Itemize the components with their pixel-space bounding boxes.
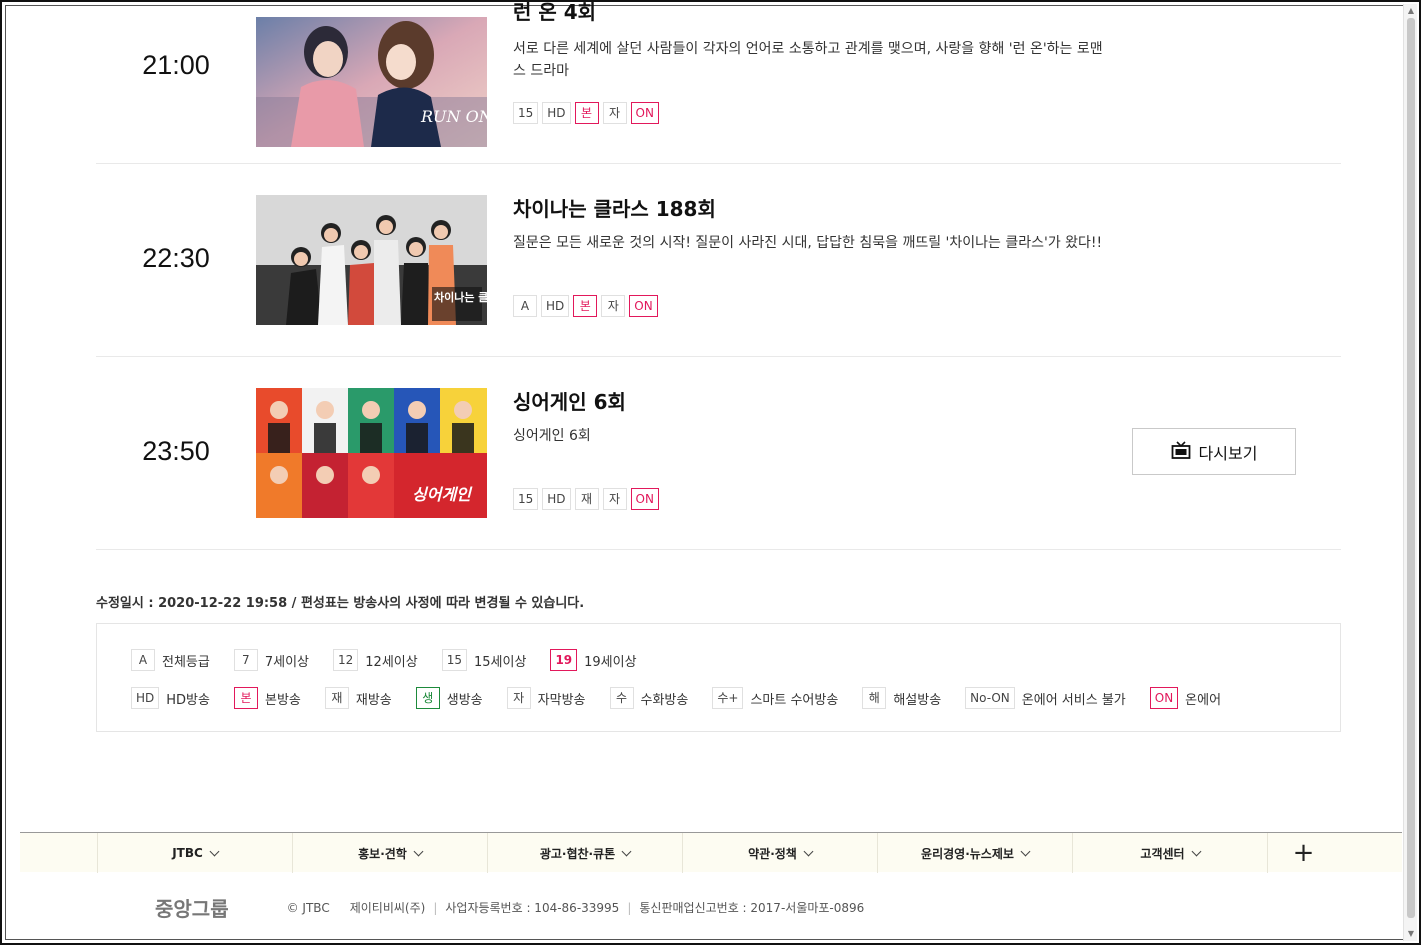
tv-icon [1171,440,1191,464]
footer-nav-ads[interactable]: 광고·협찬·큐톤 [487,833,682,873]
badge-legend: A 전체등급 7 7세이상 12 12세이상 15 15세이상 19 19세이상 HD HD… [96,623,1341,732]
program-row: 21:00 RUN ON 런 온 4회 서로 다른 세계에 살던 사람들이 각자… [96,0,1341,164]
vertical-scrollbar[interactable]: ▲ ▼ [1403,4,1417,941]
first-run-badge: 본 [574,102,599,124]
joongang-group-logo[interactable]: 중앙그룹 [155,893,229,922]
footer-nav: JTBC 홍보·견학 광고·협찬·큐톤 약관·정책 윤리경영·뉴스제보 고객센터… [20,832,1402,873]
onair-badge: ON [629,295,658,317]
mail-order-registration: 통신판매업신고번호 : 2017-서울마포-0896 [639,901,865,915]
legend-item: 7 7세이상 [233,649,309,671]
legend-item: 수 수화방송 [609,687,688,709]
rerun-badge: 재 [574,488,599,510]
program-time: 23:50 [142,436,210,466]
program-title[interactable]: 싱어게인 6회 [513,386,626,415]
program-thumbnail[interactable]: RUN ON [256,17,487,147]
scroll-up-arrow-icon[interactable]: ▲ [1406,6,1416,16]
legend-item: 자 자막방송 [506,687,586,709]
legend-item: 15 15세이상 [441,649,526,671]
first-run-badge: 본 [573,295,598,317]
legend-item: 19 19세이상 [550,649,637,671]
footer-info: 중앙그룹 © JTBC 제이티비씨(주) | 사업자등록번호 : 104-86-… [155,893,864,922]
subtitle-badge: 자 [601,295,626,317]
program-title[interactable]: 런 온 4회 [513,0,596,25]
scroll-thumb[interactable] [1407,18,1415,918]
footer-more-plus-icon[interactable]: + [1267,833,1339,873]
program-time: 21:00 [142,50,210,80]
chevron-down-icon [413,846,424,856]
program-badges: 15 HD 재 자 ON [513,488,659,510]
onair-badge: ON [630,488,659,510]
legend-item: A 전체등급 [131,649,210,671]
program-thumbnail[interactable]: 싱어게인 [256,388,487,518]
svg-text:싱어게인: 싱어게인 [412,485,473,504]
program-badges: 15 HD 본 자 ON [513,102,659,124]
program-badges: A HD 본 자 ON [513,295,658,317]
divider: | [627,900,632,915]
scroll-down-arrow-icon[interactable]: ▼ [1406,929,1416,939]
chevron-down-icon [803,846,814,856]
program-row: 23:50 싱어게인 싱어게인 6회 싱어게인 6회 15 HD 재 자 ON … [96,356,1341,550]
legend-item: 수+ 스마트 수어방송 [712,687,838,709]
program-thumbnail[interactable]: 차이나는 클라스 [256,195,487,325]
rating-badge: 15 [513,488,539,510]
legend-types-row: HD HD방송 본 본방송 재 재방송 생 생방송 자 자막방송 수 수화방송 수+ 스마트 … [131,686,1340,710]
rating-badge: A [513,295,537,317]
chevron-down-icon [209,846,220,856]
rating-badge: 15 [513,102,539,124]
hd-badge: HD [542,102,571,124]
subtitle-badge: 자 [602,102,627,124]
footer-nav-jtbc[interactable]: JTBC [97,833,292,873]
legend-item: ON 온에어 [1149,687,1221,709]
chevron-down-icon [621,846,632,856]
legend-ratings-row: A 전체등급 7 7세이상 12 12세이상 15 15세이상 19 19세이상 [131,648,1340,672]
legend-item: HD HD방송 [131,687,210,709]
legend-item: 12 12세이상 [333,649,418,671]
hd-badge: HD [542,488,571,510]
legend-item: 재 재방송 [324,687,392,709]
program-description: 질문은 모든 새로운 것의 시작! 질문이 사라진 시대, 답답한 침묵을 깨뜨… [513,235,1103,251]
program-title[interactable]: 차이나는 클라스 188회 [513,193,716,222]
svg-text:차이나는 클라스: 차이나는 클라스 [434,290,487,304]
footer-nav-policy[interactable]: 약관·정책 [682,833,877,873]
legend-item: 생 생방송 [415,687,483,709]
footer-nav-pr[interactable]: 홍보·견학 [292,833,487,873]
legend-item: 해 해설방송 [862,687,941,709]
legend-item: No-ON 온에어 서비스 불가 [965,687,1126,709]
copyright: © JTBC [286,900,330,915]
footer-nav-support[interactable]: 고객센터 [1072,833,1267,873]
program-description: 서로 다른 세계에 살던 사람들이 각자의 언어로 소통하고 관계를 맺으며, … [513,41,1103,79]
footer-nav-spacer [20,833,97,872]
onair-badge: ON [630,102,659,124]
program-time: 22:30 [142,243,210,273]
legend-item: 본 본방송 [233,687,301,709]
chevron-down-icon [1191,846,1202,856]
hd-badge: HD [541,295,570,317]
chevron-down-icon [1020,846,1031,856]
footer-nav-ethics[interactable]: 윤리경영·뉴스제보 [877,833,1072,873]
program-description: 싱어게인 6회 [513,428,591,444]
replay-button[interactable]: 다시보기 [1132,428,1296,475]
company-name: 제이티비씨(주) [349,901,426,915]
svg-text:RUN ON: RUN ON [420,107,487,126]
schedule-notice: 수정일시 : 2020-12-22 19:58 / 편성표는 방송사의 사정에 … [96,596,585,611]
divider: | [433,900,438,915]
subtitle-badge: 자 [602,488,627,510]
program-row: 22:30 차이나는 클라스 차이나는 클라스 188회 질문은 모든 새로운 … [96,163,1341,357]
business-registration: 사업자등록번호 : 104-86-33995 [445,901,620,915]
replay-label: 다시보기 [1198,443,1258,463]
